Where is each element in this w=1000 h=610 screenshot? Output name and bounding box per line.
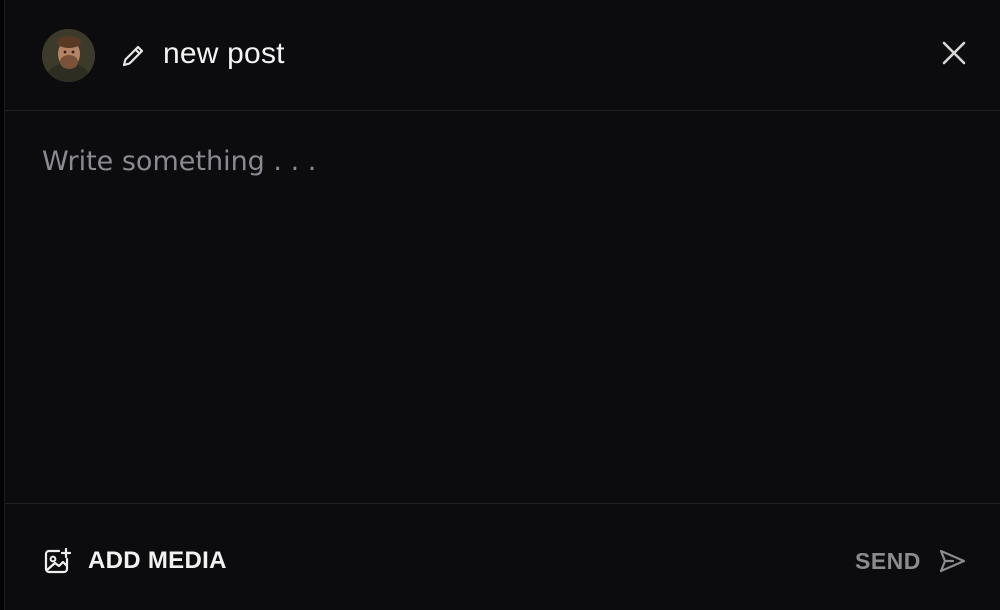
close-icon[interactable] [939,38,969,68]
image-add-icon [44,547,72,574]
avatar-photo [42,29,95,82]
add-media-button[interactable]: ADD MEDIA [42,545,227,577]
send-button[interactable]: SEND [855,545,967,577]
new-post-dialog: new post ADD MEDIA SEND [4,0,1000,610]
send-label: SEND [855,547,921,574]
send-icon [939,549,966,573]
pencil-icon [122,45,144,67]
add-media-label: ADD MEDIA [88,547,227,574]
avatar [42,29,95,82]
dialog-title: new post [163,37,285,70]
composer-area [5,112,1000,504]
post-text-input[interactable] [42,142,962,482]
dialog-footer: ADD MEDIA SEND [5,505,1000,610]
dialog-header: new post [5,0,1000,111]
